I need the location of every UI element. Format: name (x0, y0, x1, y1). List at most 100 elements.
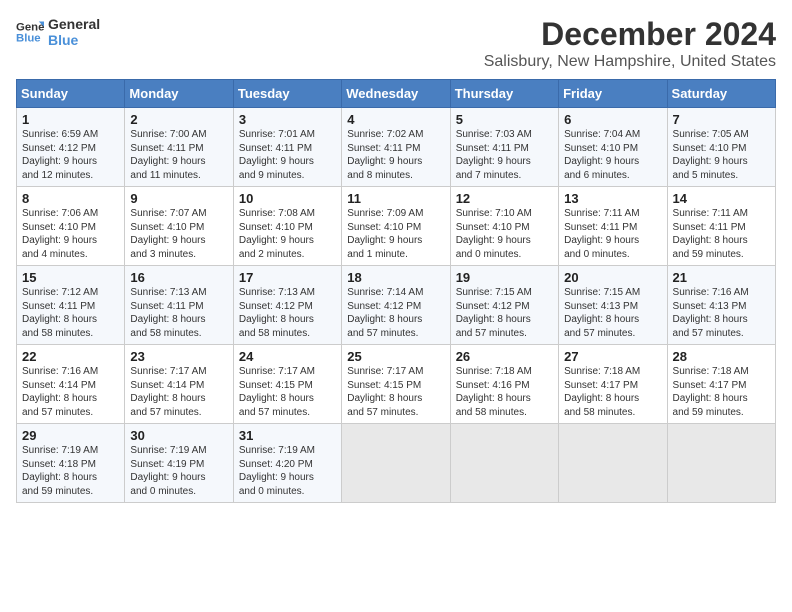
day-number: 13 (564, 191, 661, 206)
day-cell: 16Sunrise: 7:13 AM Sunset: 4:11 PM Dayli… (125, 266, 233, 345)
day-cell: 15Sunrise: 7:12 AM Sunset: 4:11 PM Dayli… (17, 266, 125, 345)
header-cell-sunday: Sunday (17, 80, 125, 108)
day-number: 22 (22, 349, 119, 364)
header-cell-tuesday: Tuesday (233, 80, 341, 108)
day-cell: 25Sunrise: 7:17 AM Sunset: 4:15 PM Dayli… (342, 345, 450, 424)
day-cell: 9Sunrise: 7:07 AM Sunset: 4:10 PM Daylig… (125, 187, 233, 266)
day-info: Sunrise: 7:14 AM Sunset: 4:12 PM Dayligh… (347, 286, 444, 340)
day-cell (342, 424, 450, 503)
day-info: Sunrise: 7:17 AM Sunset: 4:15 PM Dayligh… (239, 365, 336, 419)
day-cell: 7Sunrise: 7:05 AM Sunset: 4:10 PM Daylig… (667, 108, 775, 187)
day-number: 27 (564, 349, 661, 364)
day-cell: 30Sunrise: 7:19 AM Sunset: 4:19 PM Dayli… (125, 424, 233, 503)
day-info: Sunrise: 7:11 AM Sunset: 4:11 PM Dayligh… (673, 207, 770, 261)
day-info: Sunrise: 7:18 AM Sunset: 4:17 PM Dayligh… (564, 365, 661, 419)
day-number: 10 (239, 191, 336, 206)
header-row: SundayMondayTuesdayWednesdayThursdayFrid… (17, 80, 776, 108)
day-info: Sunrise: 7:01 AM Sunset: 4:11 PM Dayligh… (239, 128, 336, 182)
day-info: Sunrise: 7:17 AM Sunset: 4:15 PM Dayligh… (347, 365, 444, 419)
day-info: Sunrise: 7:06 AM Sunset: 4:10 PM Dayligh… (22, 207, 119, 261)
header-cell-thursday: Thursday (450, 80, 558, 108)
day-info: Sunrise: 7:03 AM Sunset: 4:11 PM Dayligh… (456, 128, 553, 182)
day-cell: 14Sunrise: 7:11 AM Sunset: 4:11 PM Dayli… (667, 187, 775, 266)
day-cell: 3Sunrise: 7:01 AM Sunset: 4:11 PM Daylig… (233, 108, 341, 187)
day-info: Sunrise: 7:04 AM Sunset: 4:10 PM Dayligh… (564, 128, 661, 182)
day-info: Sunrise: 7:07 AM Sunset: 4:10 PM Dayligh… (130, 207, 227, 261)
day-cell: 19Sunrise: 7:15 AM Sunset: 4:12 PM Dayli… (450, 266, 558, 345)
logo: General Blue General Blue (16, 16, 100, 48)
day-cell: 4Sunrise: 7:02 AM Sunset: 4:11 PM Daylig… (342, 108, 450, 187)
day-cell: 13Sunrise: 7:11 AM Sunset: 4:11 PM Dayli… (559, 187, 667, 266)
day-info: Sunrise: 7:13 AM Sunset: 4:11 PM Dayligh… (130, 286, 227, 340)
day-info: Sunrise: 7:13 AM Sunset: 4:12 PM Dayligh… (239, 286, 336, 340)
day-info: Sunrise: 7:17 AM Sunset: 4:14 PM Dayligh… (130, 365, 227, 419)
day-info: Sunrise: 7:19 AM Sunset: 4:18 PM Dayligh… (22, 444, 119, 498)
day-number: 19 (456, 270, 553, 285)
week-row-4: 22Sunrise: 7:16 AM Sunset: 4:14 PM Dayli… (17, 345, 776, 424)
day-cell: 18Sunrise: 7:14 AM Sunset: 4:12 PM Dayli… (342, 266, 450, 345)
day-number: 29 (22, 428, 119, 443)
day-info: Sunrise: 7:19 AM Sunset: 4:20 PM Dayligh… (239, 444, 336, 498)
day-number: 16 (130, 270, 227, 285)
day-info: Sunrise: 7:00 AM Sunset: 4:11 PM Dayligh… (130, 128, 227, 182)
calendar-table: SundayMondayTuesdayWednesdayThursdayFrid… (16, 79, 776, 503)
calendar-header: SundayMondayTuesdayWednesdayThursdayFrid… (17, 80, 776, 108)
week-row-5: 29Sunrise: 7:19 AM Sunset: 4:18 PM Dayli… (17, 424, 776, 503)
subtitle: Salisbury, New Hampshire, United States (484, 53, 776, 71)
header-cell-wednesday: Wednesday (342, 80, 450, 108)
day-cell: 27Sunrise: 7:18 AM Sunset: 4:17 PM Dayli… (559, 345, 667, 424)
day-number: 25 (347, 349, 444, 364)
day-number: 17 (239, 270, 336, 285)
logo-line1: General (48, 16, 100, 32)
day-info: Sunrise: 7:18 AM Sunset: 4:16 PM Dayligh… (456, 365, 553, 419)
day-number: 31 (239, 428, 336, 443)
day-cell: 5Sunrise: 7:03 AM Sunset: 4:11 PM Daylig… (450, 108, 558, 187)
day-number: 28 (673, 349, 770, 364)
day-number: 24 (239, 349, 336, 364)
day-number: 5 (456, 112, 553, 127)
day-number: 3 (239, 112, 336, 127)
day-cell: 10Sunrise: 7:08 AM Sunset: 4:10 PM Dayli… (233, 187, 341, 266)
header-cell-saturday: Saturday (667, 80, 775, 108)
day-info: Sunrise: 7:08 AM Sunset: 4:10 PM Dayligh… (239, 207, 336, 261)
day-info: Sunrise: 7:10 AM Sunset: 4:10 PM Dayligh… (456, 207, 553, 261)
day-cell (559, 424, 667, 503)
day-cell: 29Sunrise: 7:19 AM Sunset: 4:18 PM Dayli… (17, 424, 125, 503)
day-cell: 31Sunrise: 7:19 AM Sunset: 4:20 PM Dayli… (233, 424, 341, 503)
day-info: Sunrise: 7:02 AM Sunset: 4:11 PM Dayligh… (347, 128, 444, 182)
day-number: 21 (673, 270, 770, 285)
day-info: Sunrise: 7:16 AM Sunset: 4:13 PM Dayligh… (673, 286, 770, 340)
week-row-1: 1Sunrise: 6:59 AM Sunset: 4:12 PM Daylig… (17, 108, 776, 187)
header-cell-monday: Monday (125, 80, 233, 108)
day-info: Sunrise: 7:11 AM Sunset: 4:11 PM Dayligh… (564, 207, 661, 261)
day-cell: 1Sunrise: 6:59 AM Sunset: 4:12 PM Daylig… (17, 108, 125, 187)
day-cell: 20Sunrise: 7:15 AM Sunset: 4:13 PM Dayli… (559, 266, 667, 345)
day-cell: 24Sunrise: 7:17 AM Sunset: 4:15 PM Dayli… (233, 345, 341, 424)
day-info: Sunrise: 7:18 AM Sunset: 4:17 PM Dayligh… (673, 365, 770, 419)
title-area: December 2024 Salisbury, New Hampshire, … (484, 16, 776, 71)
day-info: Sunrise: 7:09 AM Sunset: 4:10 PM Dayligh… (347, 207, 444, 261)
day-cell: 6Sunrise: 7:04 AM Sunset: 4:10 PM Daylig… (559, 108, 667, 187)
day-number: 20 (564, 270, 661, 285)
day-number: 14 (673, 191, 770, 206)
week-row-2: 8Sunrise: 7:06 AM Sunset: 4:10 PM Daylig… (17, 187, 776, 266)
day-number: 26 (456, 349, 553, 364)
svg-text:General: General (16, 21, 44, 33)
day-cell: 8Sunrise: 7:06 AM Sunset: 4:10 PM Daylig… (17, 187, 125, 266)
main-title: December 2024 (484, 16, 776, 53)
day-cell: 28Sunrise: 7:18 AM Sunset: 4:17 PM Dayli… (667, 345, 775, 424)
day-number: 1 (22, 112, 119, 127)
week-row-3: 15Sunrise: 7:12 AM Sunset: 4:11 PM Dayli… (17, 266, 776, 345)
header-cell-friday: Friday (559, 80, 667, 108)
day-cell (667, 424, 775, 503)
day-number: 6 (564, 112, 661, 127)
day-info: Sunrise: 6:59 AM Sunset: 4:12 PM Dayligh… (22, 128, 119, 182)
day-info: Sunrise: 7:15 AM Sunset: 4:12 PM Dayligh… (456, 286, 553, 340)
logo-icon: General Blue (16, 18, 44, 46)
day-cell: 12Sunrise: 7:10 AM Sunset: 4:10 PM Dayli… (450, 187, 558, 266)
day-info: Sunrise: 7:12 AM Sunset: 4:11 PM Dayligh… (22, 286, 119, 340)
day-info: Sunrise: 7:19 AM Sunset: 4:19 PM Dayligh… (130, 444, 227, 498)
day-number: 12 (456, 191, 553, 206)
day-cell: 21Sunrise: 7:16 AM Sunset: 4:13 PM Dayli… (667, 266, 775, 345)
svg-text:Blue: Blue (16, 33, 41, 45)
